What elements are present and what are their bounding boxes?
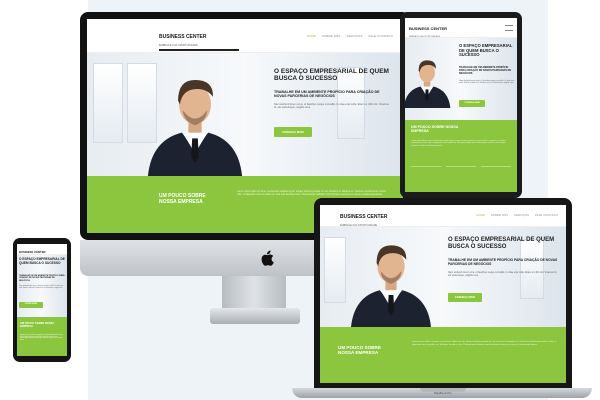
feature-column [446,166,476,182]
site-header: BUSINESS CENTER EMBRACE SUA OPORTUNIDADE [405,18,517,38]
hero-body-text: Nam eleifend lorem urna, ut faucibus neq… [448,271,557,278]
about-section: UM POUCO SOBRE NOSSA EMPRESA Lorem ipsum… [405,120,517,192]
about-text: Lorem ipsum dolor sit amet, consectetur … [237,190,387,197]
imac-base [210,308,300,324]
hero-subtitle: TRABALHE EM UM AMBIENTE PROPÍCIO PARA CR… [274,90,380,99]
nav-item-servicos[interactable]: SERVIÇOS [347,34,363,38]
apple-logo-icon [261,250,274,266]
hero-title: O ESPAÇO EMPRESARIAL DE QUEM BUSCA O SUC… [19,257,65,265]
office-window [93,63,123,143]
nav-item-sobre[interactable]: SOBRE NÓS [491,214,508,217]
hero-title: O ESPAÇO EMPRESARIAL DE QUEM BUSCA O SUC… [459,43,513,58]
site-logo[interactable]: BUSINESS CENTER EMBRACE SUA OPORTUNIDADE [409,18,448,39]
about-title: UM POUCO SOBRE NOSSA EMPRESA [159,193,206,205]
nav-item-servicos[interactable]: SERVIÇOS [514,214,529,217]
logo-underline [159,49,239,51]
devices-mockup-stage: BUSINESS CENTER EMBRACE SUA OPORTUNIDADE… [0,0,600,400]
feature-column [411,166,441,182]
about-text: Lorem ipsum dolor sit amet, consectetur … [412,341,557,346]
hero-subtitle: TRABALHE EM UM AMBIENTE PROPÍCIO PARA CR… [448,258,558,266]
menu-toggle-icon[interactable] [505,24,513,31]
hero-title: O ESPAÇO EMPRESARIAL DE QUEM BUSCA O SUC… [448,237,555,250]
hero-businessman-photo [147,79,243,176]
hero-body-text: Nam eleifend lorem urna, ut faucibus neq… [19,286,63,289]
site-menu: HOME SOBRE NÓS SERVIÇOS FALE CONOSCO [476,214,558,217]
nav-item-home[interactable]: HOME [476,214,485,217]
hero-cta-button[interactable]: CONHEÇA MAIS [448,293,482,302]
hero-body-text: Nam eleifend lorem urna, ut faucibus neq… [459,80,515,85]
hero-cta-button[interactable]: CONHEÇA MAIS [274,127,312,137]
hero-businessman-photo [351,245,431,327]
hero-section: O ESPAÇO EMPRESARIAL DE QUEM BUSCA O SUC… [17,255,67,317]
hero-businessman-photo [405,60,451,108]
feature-column [481,166,511,182]
about-title: UM POUCO SOBRE NOSSA EMPRESA [411,125,459,133]
hero-title: O ESPAÇO EMPRESARIAL DE QUEM BUSCA O SUC… [274,68,389,83]
hero-section: O ESPAÇO EMPRESARIAL DE QUEM BUSCA O SUC… [405,38,517,120]
site-header: BUSINESS CENTER [17,244,67,255]
brand-tagline: EMBRACE SUA OPORTUNIDADE [159,43,198,47]
nav-item-contato[interactable]: FALE CONOSCO [535,214,558,217]
site-header: BUSINESS CENTER EMBRACE SUA OPORTUNIDADE… [87,19,403,53]
phone-screen: BUSINESS CENTER O ESPAÇO EMPRESARIAL DE … [17,244,67,356]
hero-cta-button[interactable]: CONHEÇA MAIS [19,302,43,308]
hero-subtitle: TRABALHE EM UM AMBIENTE PROPÍCIO PARA CR… [459,66,512,75]
site-logo[interactable]: BUSINESS CENTER EMBRACE SUA OPORTUNIDADE [340,205,388,227]
nav-item-home[interactable]: HOME [307,34,316,38]
about-title: UM POUCO SOBRE NOSSA EMPRESA [20,322,55,328]
laptop-screen: BUSINESS CENTER EMBRACE SUA OPORTUNIDADE… [320,205,566,383]
nav-item-contato[interactable]: FALE CONOSCO [369,34,393,38]
about-title: UM POUCO SOBRE NOSSA EMPRESA [338,345,381,356]
hero-section: O ESPAÇO EMPRESARIAL DE QUEM BUSCA O SUC… [87,53,403,176]
about-text: Lorem ipsum dolor sit amet, consectetur … [20,333,64,342]
laptop-brand-label: MacBook Pro [433,391,452,395]
brand-name: BUSINESS CENTER [19,250,46,254]
about-section: UM POUCO SOBRE NOSSA EMPRESA Lorem ipsum… [17,317,67,356]
hero-cta-button[interactable]: CONHEÇA MAIS [459,100,485,107]
hero-subtitle: TRABALHE EM UM AMBIENTE PROPÍCIO PARA CR… [19,275,65,282]
brand-name: BUSINESS CENTER [159,33,207,40]
site-header: BUSINESS CENTER EMBRACE SUA OPORTUNIDADE… [320,205,566,227]
tablet-screen: BUSINESS CENTER EMBRACE SUA OPORTUNIDADE… [405,18,517,192]
site-menu: HOME SOBRE NÓS SERVIÇOS FALE CONOSCO [307,34,393,38]
hero-section: O ESPAÇO EMPRESARIAL DE QUEM BUSCA O SUC… [320,227,566,327]
imac-stand [222,276,286,310]
brand-name: BUSINESS CENTER [409,26,448,31]
site-logo[interactable]: BUSINESS CENTER EMBRACE SUA OPORTUNIDADE [159,25,207,47]
nav-item-sobre[interactable]: SOBRE NÓS [322,34,340,38]
about-text: Lorem ipsum dolor sit amet, consectetur … [411,140,507,147]
about-section: UM POUCO SOBRE NOSSA EMPRESA Lorem ipsum… [320,327,566,383]
brand-name: BUSINESS CENTER [340,213,388,220]
hero-body-text: Nam eleifend lorem urna, ut faucibus neq… [274,103,389,110]
